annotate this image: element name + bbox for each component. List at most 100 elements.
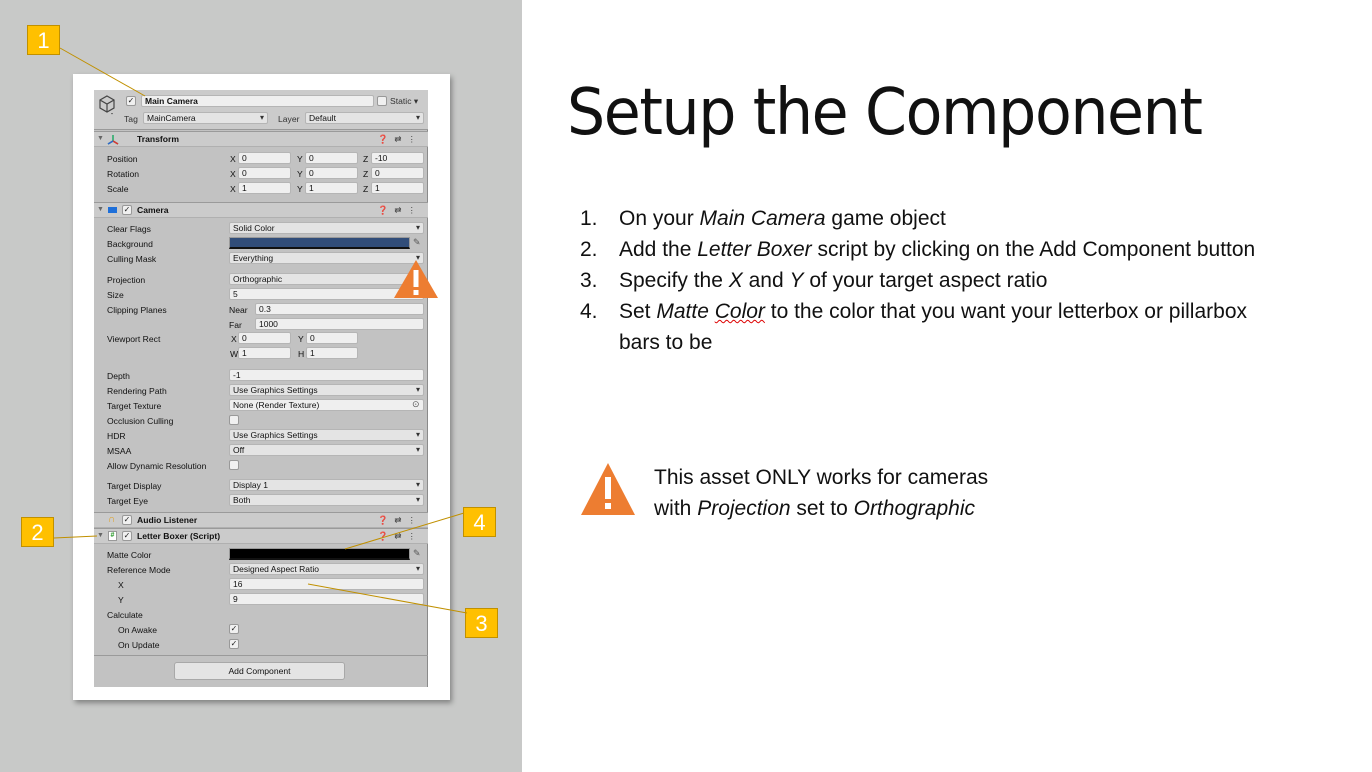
on-update-label: On Update (118, 640, 160, 650)
help-icon[interactable]: ❓ (378, 531, 395, 541)
camera-title: Camera (137, 205, 169, 215)
viewport-x-input[interactable]: 0 (238, 332, 291, 344)
transform-rotation-z-input[interactable]: 0 (371, 167, 424, 179)
audio-listener-header[interactable]: ∩ ✓ Audio Listener ❓⇄⋮ (94, 512, 428, 528)
help-icon[interactable]: ❓ (378, 205, 395, 215)
axis-y-label: Y (297, 169, 303, 179)
tag-dropdown[interactable]: MainCamera (143, 112, 268, 124)
object-picker-icon[interactable]: ⊙ (412, 399, 420, 410)
warning-line-1: This asset ONLY works for cameras (654, 466, 989, 489)
transform-scale-z-input[interactable]: 1 (371, 182, 424, 194)
camera-header[interactable]: ▼ ✓ Camera ❓⇄⋮ (94, 202, 428, 218)
more-menu-icon[interactable]: ⋮ (408, 134, 423, 144)
step-number: 3. (580, 269, 598, 292)
rendering-path-dropdown[interactable]: Use Graphics Settings (229, 384, 424, 396)
presets-icon[interactable]: ⇄ (394, 205, 407, 215)
presets-icon[interactable]: ⇄ (394, 134, 407, 144)
near-input[interactable]: 0.3 (255, 303, 424, 315)
fold-arrow-icon[interactable]: ▼ (97, 206, 104, 213)
fold-arrow-icon[interactable]: ▼ (97, 135, 104, 142)
screenshot-panel: ✓ Main Camera Static ▾ Tag MainCamera La… (0, 0, 522, 772)
eyedropper-icon[interactable]: ✎ (413, 548, 421, 559)
static-label: Static (390, 96, 412, 106)
axis-y-label: Y (298, 334, 304, 344)
viewport-rect-label: Viewport Rect (107, 334, 161, 344)
axis-z-label: Z (363, 184, 369, 194)
help-icon[interactable]: ❓ (378, 134, 395, 144)
layer-dropdown[interactable]: Default (305, 112, 424, 124)
camera-enabled-checkbox[interactable]: ✓ (122, 205, 132, 215)
letter-boxer-checkbox[interactable]: ✓ (122, 531, 132, 541)
hdr-label: HDR (107, 431, 126, 441)
text-run: Y (789, 269, 804, 292)
far-input[interactable]: 1000 (255, 318, 424, 330)
transform-position-x-input[interactable]: 0 (238, 152, 291, 164)
background-color-field[interactable] (229, 237, 410, 249)
letter-boxer-header[interactable]: ▼ # ✓ Letter Boxer (Script) ❓⇄⋮ (94, 528, 428, 544)
target-texture-field[interactable]: None (Render Texture) (229, 399, 424, 411)
occlusion-culling-checkbox[interactable] (229, 415, 239, 425)
viewport-y-input[interactable]: 0 (306, 332, 358, 344)
target-display-dropdown[interactable]: Display 1 (229, 479, 424, 491)
text-run: with (654, 497, 698, 520)
more-menu-icon[interactable]: ⋮ (408, 515, 423, 525)
add-component-button[interactable]: Add Component (174, 662, 345, 680)
component-actions[interactable]: ❓⇄⋮ (378, 205, 422, 216)
aspect-y-input[interactable]: 9 (229, 593, 424, 605)
far-label: Far (229, 320, 242, 330)
projection-label: Projection (107, 275, 146, 285)
aspect-x-input[interactable]: 16 (229, 578, 424, 590)
more-menu-icon[interactable]: ⋮ (408, 531, 423, 541)
text-run: Set (619, 300, 657, 323)
callout-3: 3 (465, 608, 498, 638)
presets-icon[interactable]: ⇄ (394, 531, 407, 541)
static-dropdown[interactable]: Static ▾ (390, 96, 418, 107)
dynamic-resolution-checkbox[interactable] (229, 460, 239, 470)
transform-header[interactable]: ▼ Transform ❓⇄⋮ (94, 131, 428, 147)
transform-axes-icon (107, 135, 119, 145)
clear-flags-dropdown[interactable]: Solid Color (229, 222, 424, 234)
transform-rotation-y-input[interactable]: 0 (305, 167, 358, 179)
presets-icon[interactable]: ⇄ (394, 515, 407, 525)
text-run: Specify the (619, 269, 729, 292)
clipping-planes-label: Clipping Planes (107, 305, 167, 315)
step-number: 2. (580, 238, 598, 261)
depth-input[interactable]: -1 (229, 369, 424, 381)
msaa-dropdown[interactable]: Off (229, 444, 424, 456)
steps-list: 1. On your Main Camera game object 2. Add t… (580, 203, 1280, 358)
axis-h-label: H (298, 349, 305, 359)
on-update-checkbox[interactable]: ✓ (229, 639, 239, 649)
viewport-h-input[interactable]: 1 (306, 347, 358, 359)
hdr-dropdown[interactable]: Use Graphics Settings (229, 429, 424, 441)
reference-mode-dropdown[interactable]: Designed Aspect Ratio (229, 563, 424, 575)
active-checkbox[interactable]: ✓ (126, 96, 136, 106)
eyedropper-icon[interactable]: ✎ (413, 237, 421, 248)
text-run: Main Camera (699, 207, 826, 230)
object-name-input[interactable]: Main Camera (141, 95, 374, 107)
step-item: 3. Specify the X and Y of your target asp… (580, 265, 1280, 296)
transform-scale-y-input[interactable]: 1 (305, 182, 358, 194)
warning-text: This asset ONLY works for cameras with P… (654, 462, 1074, 524)
rendering-path-label: Rendering Path (107, 386, 167, 396)
transform-scale-x-input[interactable]: 1 (238, 182, 291, 194)
warning-line-2: with Projection set to Orthographic (654, 493, 1074, 524)
fold-arrow-icon[interactable]: ▼ (97, 532, 104, 539)
more-menu-icon[interactable]: ⋮ (408, 205, 423, 215)
on-awake-checkbox[interactable]: ✓ (229, 624, 239, 634)
transform-position-z-input[interactable]: -10 (371, 152, 424, 164)
axis-y-label: Y (297, 184, 303, 194)
matte-color-field[interactable] (229, 548, 410, 560)
component-actions[interactable]: ❓⇄⋮ (378, 134, 422, 145)
transform-position-y-input[interactable]: 0 (305, 152, 358, 164)
viewport-w-input[interactable]: 1 (238, 347, 291, 359)
component-actions[interactable]: ❓⇄⋮ (378, 531, 422, 542)
component-actions[interactable]: ❓⇄⋮ (378, 515, 422, 526)
target-eye-dropdown[interactable]: Both (229, 494, 424, 506)
divider (94, 655, 428, 656)
audio-listener-checkbox[interactable]: ✓ (122, 515, 132, 525)
static-checkbox[interactable] (377, 96, 387, 106)
help-icon[interactable]: ❓ (378, 515, 395, 525)
transform-rotation-x-input[interactable]: 0 (238, 167, 291, 179)
near-label: Near (229, 305, 248, 315)
axis-y-label: Y (297, 154, 303, 164)
